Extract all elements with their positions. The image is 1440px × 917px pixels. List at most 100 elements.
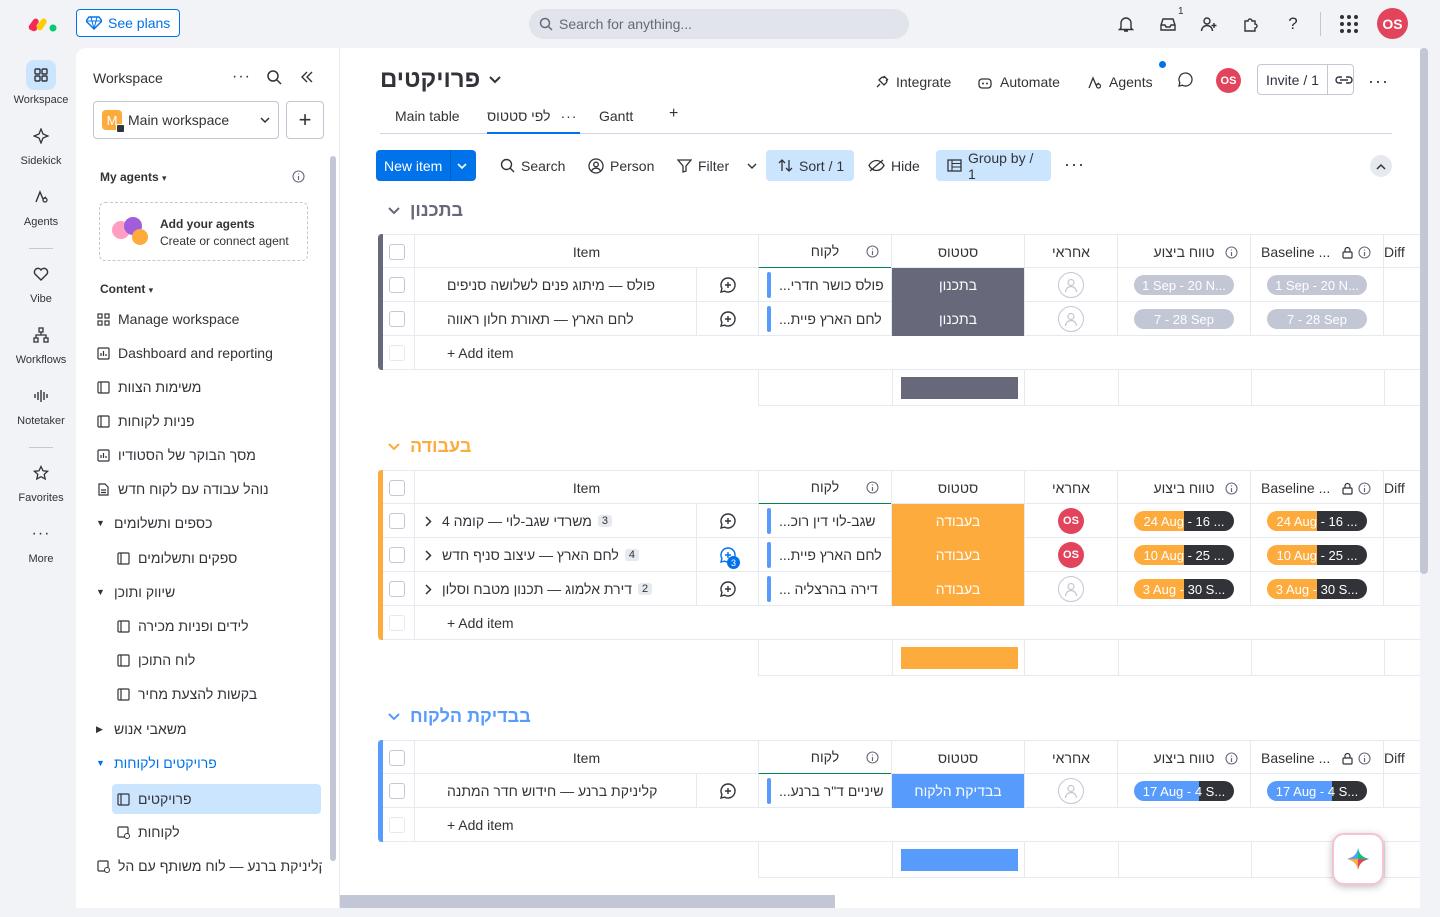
updates-cell[interactable]: 3 [696, 538, 758, 572]
row-checkbox[interactable] [388, 581, 405, 597]
column-header-timeline[interactable]: טווח ביצוע [1117, 741, 1250, 775]
chevron-down-icon[interactable] [747, 162, 757, 170]
baseline-cell[interactable]: 10 Aug - 25 ... [1250, 538, 1383, 572]
copy-link-icon[interactable] [1335, 74, 1353, 86]
help-icon[interactable]: ? [1281, 12, 1305, 36]
info-icon[interactable] [1225, 245, 1238, 259]
client-cell[interactable]: לחם הארץ פיית... [758, 302, 891, 336]
tab-gantt[interactable]: Gantt [599, 108, 633, 134]
agents-button[interactable]: Agents [1087, 70, 1153, 94]
column-header-item[interactable]: Item [414, 235, 758, 269]
user-avatar[interactable]: OS [1377, 8, 1408, 39]
timeline-pill[interactable]: 24 Aug - 16 ... [1267, 511, 1367, 531]
timeline-pill[interactable]: 17 Aug - 4 S... [1134, 781, 1234, 801]
baseline-cell[interactable]: 17 Aug - 4 S... [1250, 774, 1383, 808]
timeline-pill[interactable]: 3 Aug - 30 S... [1267, 579, 1367, 599]
client-cell[interactable]: פולס כושר חדרי... [758, 268, 891, 302]
add-update-icon[interactable] [719, 580, 737, 598]
owner-cell[interactable] [1024, 302, 1117, 336]
timeline-pill[interactable]: 10 Aug - 25 ... [1267, 545, 1367, 565]
board-more-icon[interactable]: ··· [1368, 71, 1389, 92]
column-header-item[interactable]: Item [414, 471, 758, 505]
filter-button[interactable]: Filter [671, 150, 763, 181]
hide-columns-button[interactable]: Hide [862, 150, 926, 181]
status-cell[interactable]: בבדיקת הלקוח [891, 774, 1024, 808]
row-checkbox[interactable] [388, 311, 405, 327]
timeline-cell[interactable]: 1 Sep - 20 N... [1117, 268, 1250, 302]
workspace-options-icon[interactable]: ··· [232, 68, 251, 86]
my-agents-section[interactable]: My agents ▾ [100, 170, 167, 184]
new-item-button[interactable]: New item [376, 150, 476, 181]
info-icon[interactable] [866, 244, 879, 258]
add-view-button[interactable]: + [669, 105, 678, 131]
column-header-owner[interactable]: אחראי [1024, 471, 1117, 505]
status-cell[interactable]: בתכנון [891, 302, 1024, 336]
collapse-toolbar-button[interactable] [1370, 155, 1392, 177]
column-header-client[interactable]: לקוח [758, 741, 891, 775]
sidebar-item-dashboard[interactable]: מסך הבוקר של הסטודיו [96, 441, 322, 469]
table-row[interactable]: לחם הארץ — תאורת חלון ראווה לחם הארץ פיית… [378, 302, 1432, 336]
table-row[interactable]: פולס — מיתוג פנים לשלושה סניפים פולס כושר… [378, 268, 1432, 302]
sidebar-item-board[interactable]: לידים ופניות מכירה [116, 612, 322, 640]
item-name-cell[interactable]: לחם הארץ — תאורת חלון ראווה [414, 302, 696, 336]
updates-cell[interactable] [696, 302, 758, 336]
add-update-icon[interactable] [719, 310, 737, 328]
rail-item-favorites[interactable]: Favorites [6, 458, 76, 504]
timeline-cell[interactable]: 24 Aug - 16 ... [1117, 504, 1250, 538]
column-header-status[interactable]: סטטוס [891, 235, 1024, 269]
sidebar-item-shared-board[interactable]: לקוחות [116, 818, 322, 846]
tab-options-icon[interactable]: ··· [560, 108, 577, 124]
info-icon[interactable] [1358, 751, 1371, 765]
rail-item-more[interactable]: ··· More [6, 519, 76, 565]
row-checkbox-cell[interactable] [378, 504, 414, 538]
owner-cell[interactable]: OS [1024, 538, 1117, 572]
timeline-pill[interactable]: 17 Aug - 4 S... [1267, 781, 1367, 801]
sidebar-folder-finance[interactable]: ▼ כספים ותשלומים [96, 509, 322, 537]
chevron-down-icon[interactable] [457, 162, 467, 170]
timeline-pill[interactable]: 24 Aug - 16 ... [1134, 511, 1234, 531]
column-header-status[interactable]: סטטוס [891, 471, 1024, 505]
info-icon[interactable] [866, 750, 879, 764]
status-summary-cell[interactable] [892, 640, 1025, 676]
timeline-cell[interactable]: 7 - 28 Sep [1117, 302, 1250, 336]
row-checkbox-cell[interactable] [378, 572, 414, 606]
add-update-icon[interactable] [719, 512, 737, 530]
search-icon[interactable] [266, 69, 282, 85]
status-summary-cell[interactable] [892, 370, 1025, 406]
sidebar-item-dashboard[interactable]: Dashboard and reporting [96, 339, 322, 367]
row-checkbox[interactable] [388, 547, 405, 563]
group-title[interactable]: בעבודה [388, 436, 471, 457]
info-icon[interactable] [1358, 245, 1371, 259]
sidebar-folder-projects[interactable]: ▼ פרויקטים ולקוחות [96, 749, 322, 777]
updates-cell[interactable] [696, 774, 758, 808]
timeline-pill[interactable]: 1 Sep - 20 N... [1134, 275, 1234, 295]
row-checkbox[interactable] [388, 783, 405, 799]
chevron-right-icon[interactable] [425, 549, 432, 561]
invite-members-icon[interactable] [1197, 12, 1221, 36]
add-workspace-item-button[interactable]: + [286, 101, 324, 139]
client-cell[interactable]: לחם הארץ פיית... [758, 538, 891, 572]
sidebar-item-doc[interactable]: נוהל עבודה עם לקוח חדש [96, 475, 322, 503]
chevron-down-icon[interactable] [388, 712, 400, 721]
info-icon[interactable] [1225, 751, 1238, 765]
search-button[interactable]: Search [494, 150, 571, 181]
sidebar-item-board[interactable]: משימות הצוות [96, 373, 322, 401]
table-row[interactable]: קליניקת ברנע — חידוש חדר המתנה שיניים ד"ר… [378, 774, 1432, 808]
collapse-panel-icon[interactable] [300, 70, 314, 84]
group-title[interactable]: בתכנון [388, 200, 463, 221]
baseline-cell[interactable]: 3 Aug - 30 S... [1250, 572, 1383, 606]
column-header-owner[interactable]: אחראי [1024, 741, 1117, 775]
select-all-checkbox[interactable] [388, 750, 405, 766]
updates-cell[interactable] [696, 268, 758, 302]
timeline-pill[interactable]: 7 - 28 Sep [1267, 309, 1367, 329]
rail-item-workflows[interactable]: Workflows [6, 320, 76, 366]
row-checkbox-cell[interactable] [378, 538, 414, 572]
comment-icon[interactable] [1177, 71, 1194, 88]
baseline-cell[interactable]: 7 - 28 Sep [1250, 302, 1383, 336]
notifications-bell-icon[interactable] [1114, 12, 1138, 36]
info-icon[interactable] [866, 480, 879, 494]
sidebar-item-projects-board[interactable]: פרויקטים [112, 784, 321, 814]
item-name-cell[interactable]: לחם הארץ — עיצוב סניף חדש 4 [414, 538, 696, 572]
column-header-baseline[interactable]: Baseline ... [1250, 471, 1383, 505]
column-header-owner[interactable]: אחראי [1024, 235, 1117, 269]
